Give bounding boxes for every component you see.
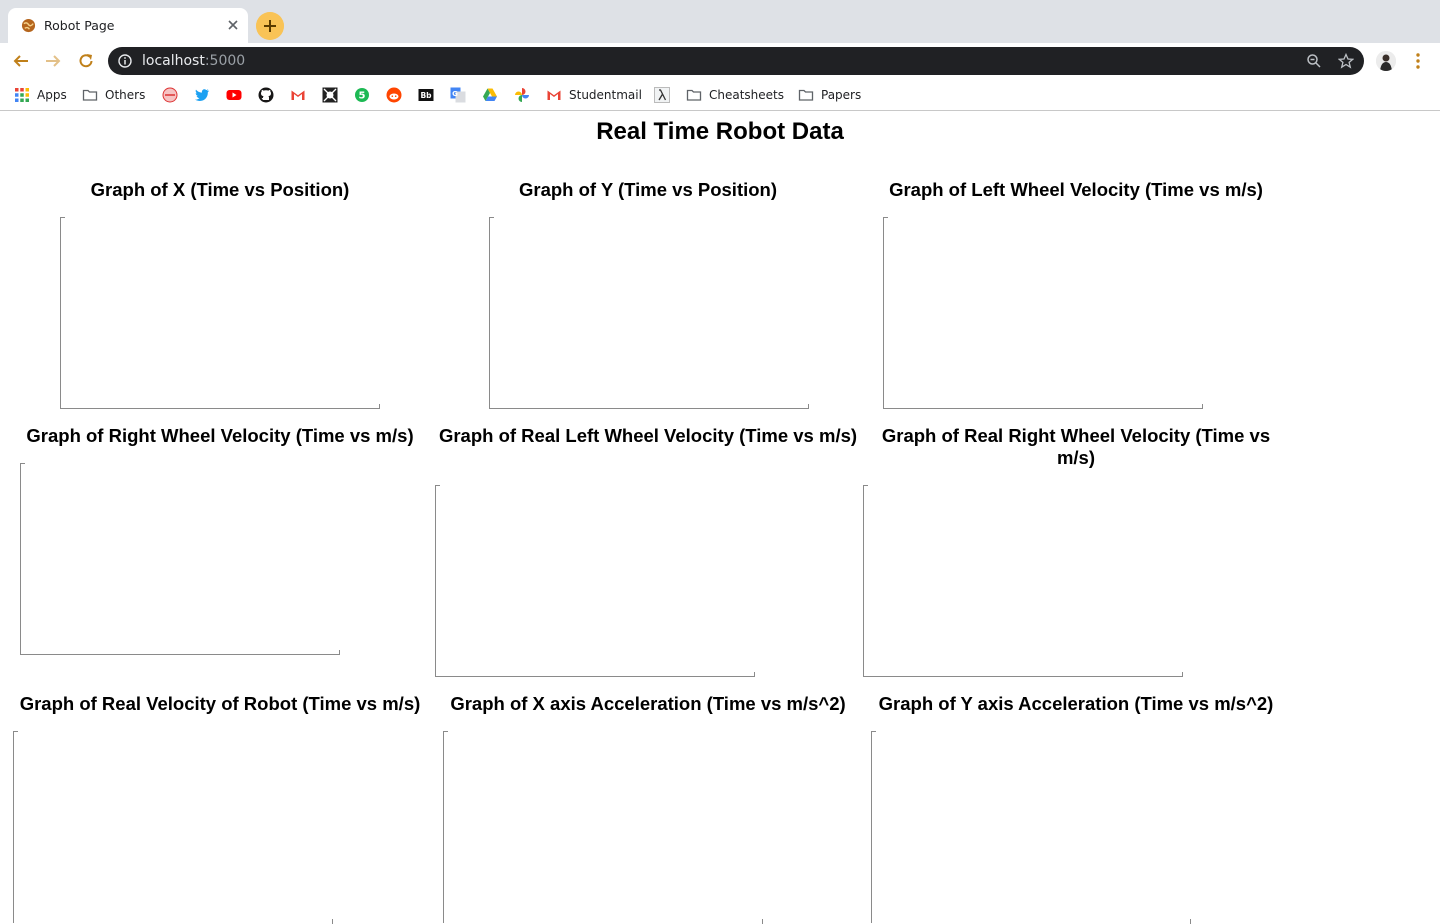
graph-title: Graph of Y (Time vs Position): [518, 179, 778, 200]
bookmark-apps[interactable]: Apps: [14, 85, 67, 105]
bookmark-google-photos[interactable]: [514, 85, 530, 105]
bookmark-label: Papers: [821, 88, 862, 102]
site-icon-2: [322, 87, 338, 103]
graph-plot-area: [60, 217, 380, 409]
bookmark-lambda[interactable]: [654, 85, 670, 105]
svg-text:Bb: Bb: [420, 91, 432, 100]
lambda-icon: [654, 87, 670, 103]
url-port: :5000: [204, 53, 246, 69]
bookmark-google-drive[interactable]: [482, 85, 498, 105]
close-tab-icon[interactable]: [226, 18, 240, 32]
browser-toolbar: localhost:5000: [0, 43, 1440, 79]
graph-title: Graph of Real Left Wheel Velocity (Time …: [438, 425, 858, 446]
site-info-icon[interactable]: [118, 54, 132, 68]
graph-plot-area: [489, 217, 809, 409]
svg-text:G: G: [452, 90, 458, 98]
google-drive-icon: [483, 88, 497, 101]
more-menu-icon[interactable]: [1410, 52, 1426, 70]
url-host: localhost: [142, 53, 205, 69]
graph-plot-area: [863, 485, 1183, 677]
bookmark-site-3[interactable]: 5: [354, 85, 370, 105]
back-arrow-icon[interactable]: [12, 52, 30, 70]
globe-favicon-icon: [21, 18, 36, 33]
bookmark-google-translate[interactable]: G: [450, 85, 466, 105]
profile-avatar[interactable]: [1376, 51, 1396, 71]
forward-arrow-icon[interactable]: [44, 52, 62, 70]
bookmark-label: Apps: [37, 88, 67, 102]
bookmark-star-icon[interactable]: [1338, 53, 1354, 69]
browser-tab[interactable]: Robot Page: [8, 8, 248, 43]
bookmark-twitter[interactable]: [194, 85, 210, 105]
page-title: Real Time Robot Data: [596, 118, 844, 145]
google-photos-icon: [515, 88, 529, 102]
bookmark-label: Others: [105, 88, 146, 102]
bookmark-site-1[interactable]: [162, 85, 178, 105]
graph-plot-area: [883, 217, 1203, 409]
profile-picture-icon: [1376, 51, 1396, 71]
zoom-icon[interactable]: [1306, 53, 1322, 69]
bookmark-studentmail[interactable]: Studentmail: [546, 85, 642, 105]
new-tab-button[interactable]: [256, 12, 284, 40]
blackboard-icon: Bb: [418, 89, 434, 101]
bookmark-label: Studentmail: [569, 88, 642, 102]
graph-plot-area: [20, 463, 340, 655]
bookmark-cheatsheets-folder[interactable]: Cheatsheets: [686, 85, 784, 105]
gmail-icon: [291, 90, 305, 100]
site-icon-3: 5: [355, 88, 369, 102]
apps-grid-icon: [15, 88, 29, 102]
graph-title: Graph of Right Wheel Velocity (Time vs m…: [26, 425, 414, 446]
address-bar[interactable]: localhost:5000: [108, 47, 1364, 75]
graph-title: Graph of Real Velocity of Robot (Time vs…: [19, 693, 421, 714]
bookmark-github[interactable]: [258, 85, 274, 105]
graph-plot-area: [435, 485, 755, 677]
bookmark-reddit[interactable]: [386, 85, 402, 105]
graph-plot-area: [443, 731, 763, 924]
bookmark-youtube[interactable]: [226, 85, 242, 105]
url-text[interactable]: localhost:5000: [142, 53, 245, 69]
github-icon: [258, 87, 274, 103]
graph-title: Graph of Real Right Wheel Velocity (Time…: [881, 425, 1271, 468]
graph-plot-area: [871, 731, 1191, 924]
svg-text:5: 5: [359, 91, 366, 102]
twitter-icon: [195, 89, 209, 101]
bookmark-label: Cheatsheets: [709, 88, 785, 102]
google-translate-icon: G: [450, 87, 466, 103]
tab-strip: Robot Page: [0, 0, 1440, 43]
folder-icon: [82, 89, 98, 101]
gmail-icon: [547, 90, 561, 100]
graph-title: Graph of X axis Acceleration (Time vs m/…: [450, 693, 846, 714]
bookmarks-bar: Apps Others 5 Bb G Studentmail Cheatshee…: [0, 79, 1440, 111]
bookmark-gmail[interactable]: [290, 85, 306, 105]
bookmark-blackboard[interactable]: Bb: [418, 85, 434, 105]
reload-icon[interactable]: [77, 52, 95, 70]
tab-title: Robot Page: [44, 18, 115, 33]
bookmark-site-2[interactable]: [322, 85, 338, 105]
bookmark-papers-folder[interactable]: Papers: [798, 85, 861, 105]
graph-title: Graph of Y axis Acceleration (Time vs m/…: [878, 693, 1274, 714]
site-icon-1: [162, 87, 178, 103]
graph-plot-area: [13, 731, 333, 924]
reddit-icon: [386, 87, 402, 103]
youtube-icon: [226, 90, 242, 100]
graph-title: Graph of X (Time vs Position): [90, 179, 350, 200]
graph-title: Graph of Left Wheel Velocity (Time vs m/…: [889, 179, 1263, 200]
bookmark-others-folder[interactable]: Others: [82, 85, 145, 105]
folder-icon: [798, 89, 814, 101]
page-content: Real Time Robot Data Graph of X (Time vs…: [0, 112, 1440, 924]
folder-icon: [686, 89, 702, 101]
